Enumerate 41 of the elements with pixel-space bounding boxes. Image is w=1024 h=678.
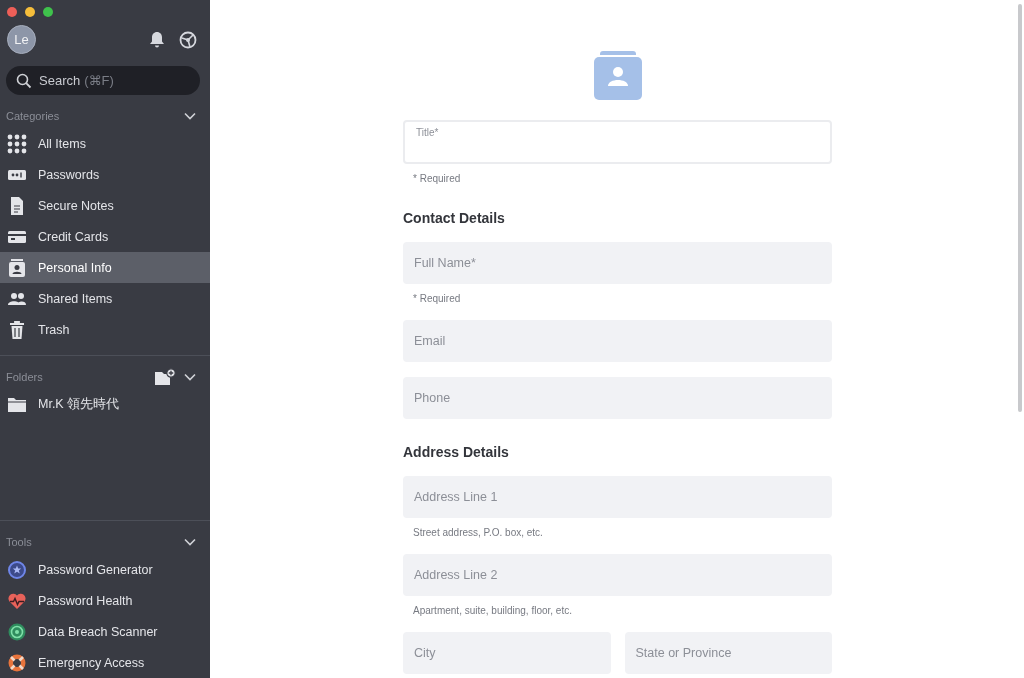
category-item[interactable]: Secure Notes — [0, 190, 210, 221]
chevron-down-icon[interactable] — [184, 112, 196, 120]
scrollbar[interactable] — [1018, 4, 1022, 412]
field-hint: Apartment, suite, building, floor, etc. — [412, 604, 573, 618]
target-icon — [7, 621, 27, 642]
minimize-button[interactable] — [25, 7, 35, 17]
tool-item[interactable]: Password Generator — [0, 554, 210, 585]
trash-icon — [7, 319, 27, 340]
section-heading: Contact Details — [403, 210, 506, 226]
contact-card-icon — [7, 257, 27, 278]
bell-icon[interactable] — [147, 29, 167, 50]
field-hint: * Required — [412, 292, 462, 306]
new-folder-icon[interactable] — [154, 368, 176, 386]
field-hint: Street address, P.O. box, etc. — [412, 526, 544, 540]
section-heading: Categories — [6, 110, 61, 122]
chevron-down-icon[interactable] — [184, 373, 196, 381]
field-hint: * Required — [412, 172, 462, 186]
close-button[interactable] — [7, 7, 17, 17]
search-icon — [16, 72, 32, 89]
tool-item[interactable]: Emergency Access — [0, 647, 210, 678]
category-item[interactable]: Passwords — [0, 159, 210, 190]
contact-card-icon — [593, 50, 642, 100]
category-item[interactable]: Shared Items — [0, 283, 210, 314]
category-item[interactable]: All Items — [0, 128, 210, 159]
tool-item[interactable]: Data Breach Scanner — [0, 616, 210, 647]
tool-item[interactable]: Password Health — [0, 585, 210, 616]
grid-icon — [7, 133, 27, 154]
shortcut-hint: (⌘F) — [84, 73, 114, 88]
category-item[interactable]: Credit Cards — [0, 221, 210, 252]
search-field[interactable]: Search (⌘F) — [6, 66, 200, 95]
category-item[interactable]: Personal Info — [0, 252, 210, 283]
section-heading: Folders — [6, 371, 44, 383]
search-label: Search — [39, 73, 81, 88]
lifebuoy-icon — [7, 652, 27, 673]
chevron-down-icon[interactable] — [184, 538, 196, 546]
folder-item[interactable]: Mr.K 領先時代 — [0, 389, 210, 420]
settings-icon[interactable] — [178, 29, 198, 50]
section-heading: Tools — [6, 536, 33, 548]
category-item[interactable]: Trash — [0, 314, 210, 345]
section-heading: Address Details — [403, 444, 510, 460]
zoom-button[interactable] — [43, 7, 53, 17]
